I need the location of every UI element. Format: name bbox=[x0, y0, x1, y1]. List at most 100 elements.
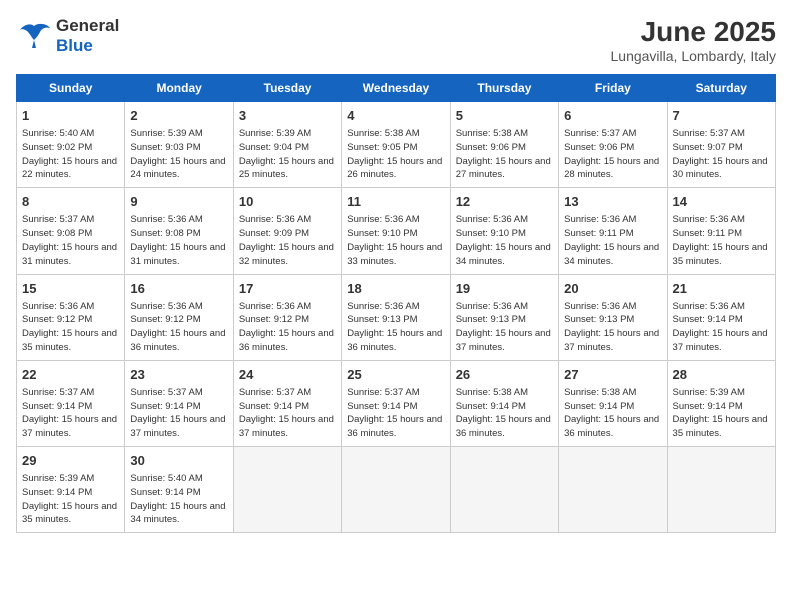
day-number: 16 bbox=[130, 280, 227, 298]
day-number: 4 bbox=[347, 107, 444, 125]
calendar-cell bbox=[342, 447, 450, 533]
day-info: Sunrise: 5:38 AM Sunset: 9:14 PM Dayligh… bbox=[564, 386, 661, 441]
day-number: 17 bbox=[239, 280, 336, 298]
day-number: 11 bbox=[347, 193, 444, 211]
calendar-cell: 21 Sunrise: 5:36 AM Sunset: 9:14 PM Dayl… bbox=[667, 274, 775, 360]
day-info: Sunrise: 5:36 AM Sunset: 9:10 PM Dayligh… bbox=[347, 213, 444, 268]
day-info: Sunrise: 5:40 AM Sunset: 9:14 PM Dayligh… bbox=[130, 472, 227, 527]
day-info: Sunrise: 5:38 AM Sunset: 9:06 PM Dayligh… bbox=[456, 127, 553, 182]
day-number: 20 bbox=[564, 280, 661, 298]
day-info: Sunrise: 5:37 AM Sunset: 9:14 PM Dayligh… bbox=[22, 386, 119, 441]
calendar-cell: 20 Sunrise: 5:36 AM Sunset: 9:13 PM Dayl… bbox=[559, 274, 667, 360]
calendar-cell: 6 Sunrise: 5:37 AM Sunset: 9:06 PM Dayli… bbox=[559, 102, 667, 188]
calendar-cell: 14 Sunrise: 5:36 AM Sunset: 9:11 PM Dayl… bbox=[667, 188, 775, 274]
calendar-cell bbox=[233, 447, 341, 533]
day-info: Sunrise: 5:38 AM Sunset: 9:14 PM Dayligh… bbox=[456, 386, 553, 441]
calendar-cell: 29 Sunrise: 5:39 AM Sunset: 9:14 PM Dayl… bbox=[17, 447, 125, 533]
calendar-body: 1 Sunrise: 5:40 AM Sunset: 9:02 PM Dayli… bbox=[17, 102, 776, 533]
title-area: June 2025 Lungavilla, Lombardy, Italy bbox=[611, 16, 777, 64]
day-number: 26 bbox=[456, 366, 553, 384]
day-number: 12 bbox=[456, 193, 553, 211]
calendar-week-3: 15 Sunrise: 5:36 AM Sunset: 9:12 PM Dayl… bbox=[17, 274, 776, 360]
day-info: Sunrise: 5:37 AM Sunset: 9:06 PM Dayligh… bbox=[564, 127, 661, 182]
location-subtitle: Lungavilla, Lombardy, Italy bbox=[611, 48, 777, 64]
page-header: General Blue June 2025 Lungavilla, Lomba… bbox=[16, 16, 776, 64]
day-info: Sunrise: 5:36 AM Sunset: 9:13 PM Dayligh… bbox=[564, 300, 661, 355]
weekday-header-friday: Friday bbox=[559, 75, 667, 102]
day-number: 15 bbox=[22, 280, 119, 298]
calendar-week-4: 22 Sunrise: 5:37 AM Sunset: 9:14 PM Dayl… bbox=[17, 360, 776, 446]
calendar-cell: 4 Sunrise: 5:38 AM Sunset: 9:05 PM Dayli… bbox=[342, 102, 450, 188]
day-number: 3 bbox=[239, 107, 336, 125]
calendar-cell: 30 Sunrise: 5:40 AM Sunset: 9:14 PM Dayl… bbox=[125, 447, 233, 533]
day-number: 7 bbox=[673, 107, 770, 125]
calendar-week-1: 1 Sunrise: 5:40 AM Sunset: 9:02 PM Dayli… bbox=[17, 102, 776, 188]
day-number: 6 bbox=[564, 107, 661, 125]
day-number: 1 bbox=[22, 107, 119, 125]
calendar-table: SundayMondayTuesdayWednesdayThursdayFrid… bbox=[16, 74, 776, 533]
calendar-cell: 19 Sunrise: 5:36 AM Sunset: 9:13 PM Dayl… bbox=[450, 274, 558, 360]
day-number: 2 bbox=[130, 107, 227, 125]
calendar-cell: 1 Sunrise: 5:40 AM Sunset: 9:02 PM Dayli… bbox=[17, 102, 125, 188]
day-number: 25 bbox=[347, 366, 444, 384]
logo-text: General Blue bbox=[56, 16, 119, 56]
weekday-header-saturday: Saturday bbox=[667, 75, 775, 102]
day-number: 24 bbox=[239, 366, 336, 384]
day-info: Sunrise: 5:39 AM Sunset: 9:04 PM Dayligh… bbox=[239, 127, 336, 182]
calendar-cell: 2 Sunrise: 5:39 AM Sunset: 9:03 PM Dayli… bbox=[125, 102, 233, 188]
calendar-cell: 11 Sunrise: 5:36 AM Sunset: 9:10 PM Dayl… bbox=[342, 188, 450, 274]
day-number: 21 bbox=[673, 280, 770, 298]
day-info: Sunrise: 5:37 AM Sunset: 9:14 PM Dayligh… bbox=[239, 386, 336, 441]
day-info: Sunrise: 5:37 AM Sunset: 9:08 PM Dayligh… bbox=[22, 213, 119, 268]
day-number: 22 bbox=[22, 366, 119, 384]
day-number: 5 bbox=[456, 107, 553, 125]
calendar-cell: 23 Sunrise: 5:37 AM Sunset: 9:14 PM Dayl… bbox=[125, 360, 233, 446]
day-number: 10 bbox=[239, 193, 336, 211]
calendar-header: SundayMondayTuesdayWednesdayThursdayFrid… bbox=[17, 75, 776, 102]
calendar-cell: 22 Sunrise: 5:37 AM Sunset: 9:14 PM Dayl… bbox=[17, 360, 125, 446]
calendar-cell: 5 Sunrise: 5:38 AM Sunset: 9:06 PM Dayli… bbox=[450, 102, 558, 188]
day-number: 30 bbox=[130, 452, 227, 470]
day-info: Sunrise: 5:37 AM Sunset: 9:14 PM Dayligh… bbox=[347, 386, 444, 441]
day-info: Sunrise: 5:36 AM Sunset: 9:09 PM Dayligh… bbox=[239, 213, 336, 268]
day-number: 28 bbox=[673, 366, 770, 384]
day-info: Sunrise: 5:40 AM Sunset: 9:02 PM Dayligh… bbox=[22, 127, 119, 182]
calendar-cell: 10 Sunrise: 5:36 AM Sunset: 9:09 PM Dayl… bbox=[233, 188, 341, 274]
day-info: Sunrise: 5:36 AM Sunset: 9:13 PM Dayligh… bbox=[456, 300, 553, 355]
calendar-cell: 17 Sunrise: 5:36 AM Sunset: 9:12 PM Dayl… bbox=[233, 274, 341, 360]
weekday-header-monday: Monday bbox=[125, 75, 233, 102]
calendar-cell: 9 Sunrise: 5:36 AM Sunset: 9:08 PM Dayli… bbox=[125, 188, 233, 274]
weekday-header-sunday: Sunday bbox=[17, 75, 125, 102]
day-info: Sunrise: 5:36 AM Sunset: 9:10 PM Dayligh… bbox=[456, 213, 553, 268]
day-info: Sunrise: 5:36 AM Sunset: 9:12 PM Dayligh… bbox=[22, 300, 119, 355]
calendar-cell: 25 Sunrise: 5:37 AM Sunset: 9:14 PM Dayl… bbox=[342, 360, 450, 446]
day-number: 9 bbox=[130, 193, 227, 211]
day-info: Sunrise: 5:39 AM Sunset: 9:14 PM Dayligh… bbox=[673, 386, 770, 441]
weekday-header-wednesday: Wednesday bbox=[342, 75, 450, 102]
day-number: 13 bbox=[564, 193, 661, 211]
day-info: Sunrise: 5:37 AM Sunset: 9:14 PM Dayligh… bbox=[130, 386, 227, 441]
day-info: Sunrise: 5:36 AM Sunset: 9:11 PM Dayligh… bbox=[564, 213, 661, 268]
day-number: 27 bbox=[564, 366, 661, 384]
weekday-header-tuesday: Tuesday bbox=[233, 75, 341, 102]
logo-icon bbox=[16, 18, 52, 54]
day-info: Sunrise: 5:37 AM Sunset: 9:07 PM Dayligh… bbox=[673, 127, 770, 182]
calendar-cell: 24 Sunrise: 5:37 AM Sunset: 9:14 PM Dayl… bbox=[233, 360, 341, 446]
calendar-cell: 3 Sunrise: 5:39 AM Sunset: 9:04 PM Dayli… bbox=[233, 102, 341, 188]
day-info: Sunrise: 5:36 AM Sunset: 9:11 PM Dayligh… bbox=[673, 213, 770, 268]
calendar-cell: 8 Sunrise: 5:37 AM Sunset: 9:08 PM Dayli… bbox=[17, 188, 125, 274]
day-info: Sunrise: 5:39 AM Sunset: 9:03 PM Dayligh… bbox=[130, 127, 227, 182]
weekday-header-row: SundayMondayTuesdayWednesdayThursdayFrid… bbox=[17, 75, 776, 102]
day-number: 8 bbox=[22, 193, 119, 211]
calendar-week-2: 8 Sunrise: 5:37 AM Sunset: 9:08 PM Dayli… bbox=[17, 188, 776, 274]
calendar-cell: 26 Sunrise: 5:38 AM Sunset: 9:14 PM Dayl… bbox=[450, 360, 558, 446]
logo-general: General bbox=[56, 16, 119, 35]
calendar-cell: 13 Sunrise: 5:36 AM Sunset: 9:11 PM Dayl… bbox=[559, 188, 667, 274]
calendar-cell: 12 Sunrise: 5:36 AM Sunset: 9:10 PM Dayl… bbox=[450, 188, 558, 274]
day-info: Sunrise: 5:36 AM Sunset: 9:08 PM Dayligh… bbox=[130, 213, 227, 268]
day-number: 29 bbox=[22, 452, 119, 470]
day-info: Sunrise: 5:38 AM Sunset: 9:05 PM Dayligh… bbox=[347, 127, 444, 182]
calendar-cell bbox=[559, 447, 667, 533]
day-info: Sunrise: 5:36 AM Sunset: 9:12 PM Dayligh… bbox=[239, 300, 336, 355]
calendar-cell bbox=[450, 447, 558, 533]
